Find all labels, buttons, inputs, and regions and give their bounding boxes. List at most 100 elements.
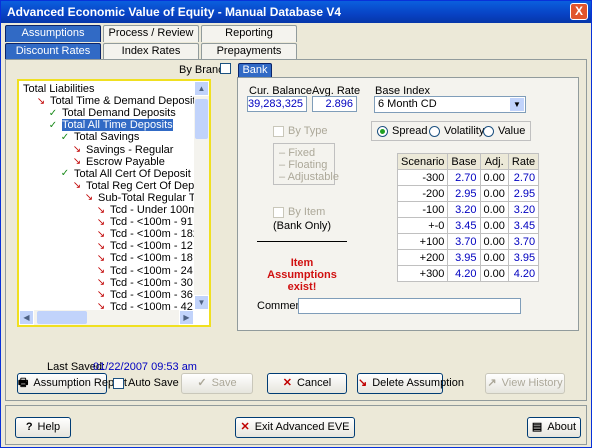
- tab-assumptions[interactable]: Assumptions: [5, 25, 101, 42]
- tree-node-label: Total Liabilities: [23, 83, 95, 95]
- account-tree[interactable]: Total Liabilities ↘ Total Time & Demand De…: [17, 79, 211, 327]
- volatility-radio[interactable]: [429, 125, 440, 137]
- top-tabs: Assumptions Process / Review Reporting: [5, 25, 585, 42]
- app-window: Advanced Economic Value of Equity - Manu…: [0, 0, 592, 448]
- type-fixed[interactable]: – Fixed: [279, 147, 315, 159]
- view-history-label: View History: [501, 377, 563, 389]
- table-cell: 3.20: [507, 201, 540, 218]
- view-history-button[interactable]: ↗ View History: [485, 373, 565, 394]
- scroll-up-icon[interactable]: ▲: [194, 81, 209, 96]
- arrow-icon: ↘: [72, 180, 82, 192]
- value-radio[interactable]: [483, 125, 494, 137]
- by-branch-checkbox[interactable]: [220, 63, 231, 74]
- arrow-icon: ↘: [72, 144, 82, 156]
- avg-rate-field[interactable]: 2.896: [312, 96, 357, 112]
- by-type-option[interactable]: By Type: [273, 125, 328, 137]
- col-rate: Rate: [507, 153, 540, 170]
- check-icon: ✓: [60, 131, 70, 143]
- arrow-icon: ↘: [96, 216, 106, 228]
- exit-button[interactable]: ✕ Exit Advanced EVE: [235, 417, 355, 438]
- table-cell: 3.70: [447, 233, 481, 250]
- tree-node[interactable]: ↘ Total Time & Demand Deposits: [35, 95, 201, 108]
- tree-node[interactable]: ✓ Total All Time Deposits: [47, 119, 173, 132]
- comment-field[interactable]: [298, 298, 521, 314]
- save-label: Save: [211, 377, 237, 389]
- tree-node-label: Tcd - Under 100m: [110, 204, 198, 216]
- mode-spread[interactable]: Spread: [377, 125, 427, 137]
- help-button[interactable]: ? Help: [15, 417, 71, 438]
- info-icon: ▤: [531, 421, 543, 433]
- by-type-checkbox[interactable]: [273, 125, 284, 137]
- tree-vertical-scrollbar[interactable]: ▲ ▼: [194, 81, 209, 310]
- table-cell[interactable]: 0.00: [479, 185, 509, 202]
- tab-index-rates[interactable]: Index Rates: [103, 43, 199, 60]
- table-cell: -200: [396, 185, 449, 202]
- scroll-down-icon[interactable]: ▼: [194, 295, 209, 310]
- table-cell: 3.95: [507, 249, 540, 266]
- table-cell: -300: [396, 169, 449, 186]
- tree-node[interactable]: Total Liabilities: [23, 83, 95, 96]
- base-index-select[interactable]: 6 Month CD ▼: [374, 96, 526, 113]
- chevron-down-icon[interactable]: ▼: [510, 98, 524, 111]
- tree-node-label: Total All Time Deposits: [62, 119, 173, 132]
- cur-balance-field[interactable]: 39,283,325: [247, 96, 307, 112]
- tab-prepayments[interactable]: Prepayments: [201, 43, 297, 60]
- title-bar: Advanced Economic Value of Equity - Manu…: [1, 1, 591, 23]
- delete-assumption-button[interactable]: ↘ Delete Assumption: [357, 373, 464, 394]
- type-floating[interactable]: – Floating: [279, 159, 327, 171]
- auto-save-label: Auto Save: [128, 377, 179, 389]
- tab-discount-rates[interactable]: Discount Rates: [5, 43, 101, 60]
- last-saved-value: 01/22/2007 09:53 am: [93, 361, 197, 373]
- about-button[interactable]: ▤ About: [527, 417, 581, 438]
- tree-node[interactable]: ↘ Tcd - Under 100m: [95, 204, 198, 217]
- tree-node[interactable]: ↘ Savings - Regular: [71, 144, 174, 157]
- table-cell[interactable]: 0.00: [479, 265, 509, 282]
- table-cell: 2.70: [507, 169, 540, 186]
- check-icon: ✓: [48, 119, 58, 131]
- assumption-report-button[interactable]: 🖶 Assumption Report: [17, 373, 127, 394]
- table-cell: 3.70: [507, 233, 540, 250]
- arrow-icon: ↘: [96, 252, 106, 264]
- by-item-option[interactable]: By Item: [273, 206, 325, 218]
- cancel-button[interactable]: ✕ Cancel: [267, 373, 347, 394]
- auto-save-checkbox[interactable]: [113, 377, 124, 389]
- tree-node-label: Total Reg Cert Of Deposits: [86, 179, 211, 192]
- help-icon: ?: [25, 421, 33, 433]
- table-cell: 3.95: [447, 249, 481, 266]
- printer-icon: 🖶: [18, 377, 29, 389]
- table-row: -100 3.20 0.00 3.20: [396, 201, 540, 218]
- close-button[interactable]: X: [570, 3, 588, 20]
- tab-process-review[interactable]: Process / Review: [103, 25, 199, 42]
- table-cell[interactable]: 0.00: [479, 249, 509, 266]
- tab-bank[interactable]: Bank: [238, 63, 272, 78]
- mode-volatility[interactable]: Volatility: [429, 125, 484, 137]
- scroll-hthumb[interactable]: [37, 311, 87, 324]
- tree-node[interactable]: ↘ Escrow Payable: [71, 156, 165, 169]
- table-cell[interactable]: 0.00: [479, 201, 509, 218]
- tree-node[interactable]: ↘ Total Reg Cert Of Deposits: [71, 179, 211, 193]
- tree-horizontal-scrollbar[interactable]: ◀ ▶: [19, 310, 194, 325]
- tree-node[interactable]: ✓ Total Savings: [59, 131, 140, 144]
- mode-value[interactable]: Value: [483, 125, 525, 137]
- table-cell[interactable]: 0.00: [479, 217, 509, 234]
- sub-tabs: Discount Rates Index Rates Prepayments: [5, 43, 585, 60]
- tree-node[interactable]: ↘Sub-Total Regular TCD's <: [83, 192, 209, 205]
- col-scenario: Scenario: [396, 153, 449, 170]
- scroll-left-icon[interactable]: ◀: [19, 310, 34, 325]
- table-cell: 4.20: [447, 265, 481, 282]
- table-cell[interactable]: 0.00: [479, 169, 509, 186]
- spread-radio[interactable]: [377, 125, 388, 137]
- delete-icon: ↘: [358, 377, 368, 389]
- scroll-thumb[interactable]: [195, 99, 208, 139]
- table-cell: 2.70: [447, 169, 481, 186]
- by-item-checkbox[interactable]: [273, 206, 284, 218]
- save-button[interactable]: ✓ Save: [181, 373, 253, 394]
- tab-reporting[interactable]: Reporting: [201, 25, 297, 42]
- table-cell[interactable]: 0.00: [479, 233, 509, 250]
- tree-node[interactable]: ✓ Total Demand Deposits: [47, 107, 176, 120]
- type-adjustable[interactable]: – Adjustable: [279, 171, 339, 183]
- type-fixed-label: Fixed: [288, 147, 316, 159]
- tree-node[interactable]: ✓ Total All Cert Of Deposit: [59, 168, 191, 181]
- scroll-right-icon[interactable]: ▶: [179, 310, 194, 325]
- auto-save-option[interactable]: Auto Save: [113, 377, 179, 389]
